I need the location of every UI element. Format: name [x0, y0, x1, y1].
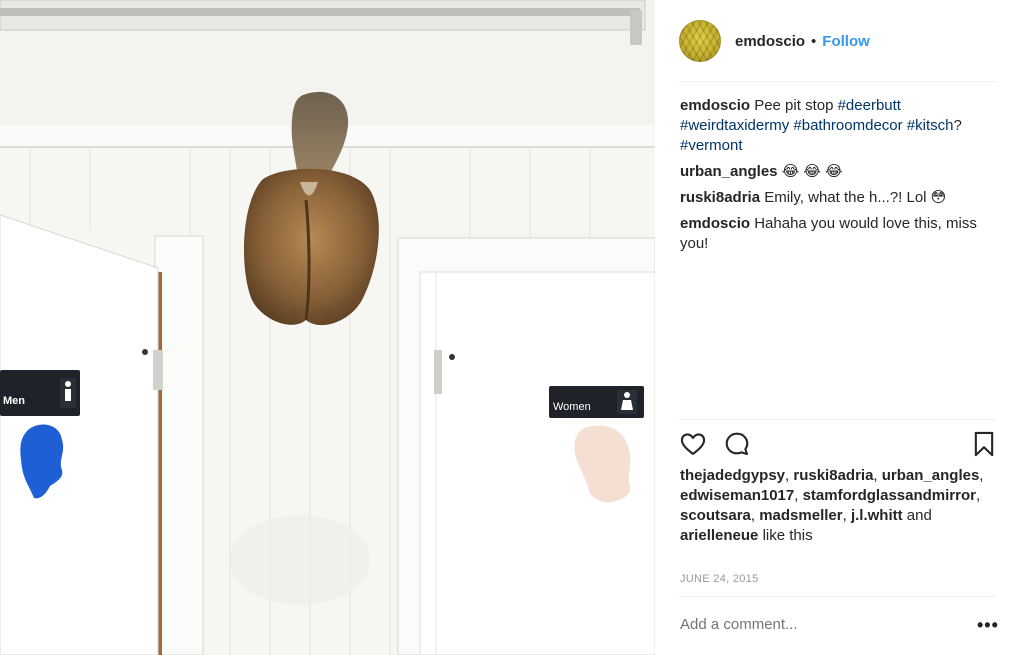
post-date[interactable]: JUNE 24, 2015: [680, 573, 759, 585]
liker-username[interactable]: arielleneue: [680, 527, 758, 544]
likes-and-word: and: [906, 507, 932, 524]
heart-icon[interactable]: [679, 430, 707, 463]
liker-username[interactable]: j.l.whitt: [851, 507, 903, 524]
comment-username[interactable]: urban_angles: [680, 163, 778, 180]
liker-username[interactable]: urban_angles: [882, 467, 980, 484]
liker-username[interactable]: ruski8adria: [793, 467, 873, 484]
comment-text: Emily, what the h...?! Lol 😳: [764, 189, 947, 206]
post-author-username[interactable]: emdoscio: [735, 33, 805, 50]
comment-username[interactable]: ruski8adria: [680, 189, 760, 206]
bathroom-photo-illustration: Men Women: [0, 0, 655, 655]
follow-button[interactable]: Follow: [822, 33, 870, 50]
hashtag-link[interactable]: #kitsch: [907, 117, 954, 134]
comment-text: 😂 😂 😂: [781, 163, 843, 180]
comment-bubble-icon[interactable]: [723, 430, 751, 463]
comment-item: emdoscio Hahaha you would love this, mis…: [680, 214, 1000, 254]
hashtag-link[interactable]: #weirdtaxidermy: [680, 117, 789, 134]
more-options-button[interactable]: •••: [977, 616, 999, 634]
comment-text: Pee pit stop: [754, 97, 838, 114]
likes-summary: thejadedgypsy, ruski8adria, urban_angles…: [680, 467, 984, 544]
hashtag-link[interactable]: #vermont: [680, 137, 743, 154]
footer-divider: [679, 596, 997, 597]
hashtag-link[interactable]: #bathroomdecor: [793, 117, 902, 134]
comment-text: ?: [953, 117, 962, 134]
avatar[interactable]: [679, 20, 721, 62]
action-bar: [679, 430, 997, 460]
header-divider: [679, 81, 997, 82]
header-separator: •: [811, 32, 817, 50]
likes-suffix: like this: [762, 527, 813, 544]
liker-username[interactable]: scoutsara: [680, 507, 751, 524]
liker-username[interactable]: thejadedgypsy: [680, 467, 785, 484]
post-photo[interactable]: Men Women: [0, 0, 655, 655]
hashtag-link[interactable]: #deerbutt: [838, 97, 901, 114]
comments-list: emdoscio Pee pit stop #deerbutt #weirdta…: [680, 96, 1000, 260]
comment-username[interactable]: emdoscio: [680, 97, 750, 114]
men-sign-label: Men: [3, 395, 25, 407]
add-comment-input[interactable]: [680, 616, 940, 633]
women-sign-label: Women: [553, 401, 591, 413]
post-details-panel: emdoscio • Follow emdoscio Pee pit stop …: [655, 0, 1024, 655]
liker-username[interactable]: madsmeller: [759, 507, 842, 524]
comment-item: emdoscio Pee pit stop #deerbutt #weirdta…: [680, 96, 1000, 156]
comments-divider: [679, 419, 997, 420]
comment-username[interactable]: emdoscio: [680, 215, 750, 232]
bookmark-icon[interactable]: [971, 430, 997, 463]
liker-username[interactable]: edwiseman1017: [680, 487, 794, 504]
comment-item: ruski8adria Emily, what the h...?! Lol 😳: [680, 188, 1000, 208]
post-header: emdoscio • Follow: [679, 18, 995, 64]
liker-username[interactable]: stamfordglassandmirror: [803, 487, 976, 504]
comment-item: urban_angles 😂 😂 😂: [680, 162, 1000, 182]
